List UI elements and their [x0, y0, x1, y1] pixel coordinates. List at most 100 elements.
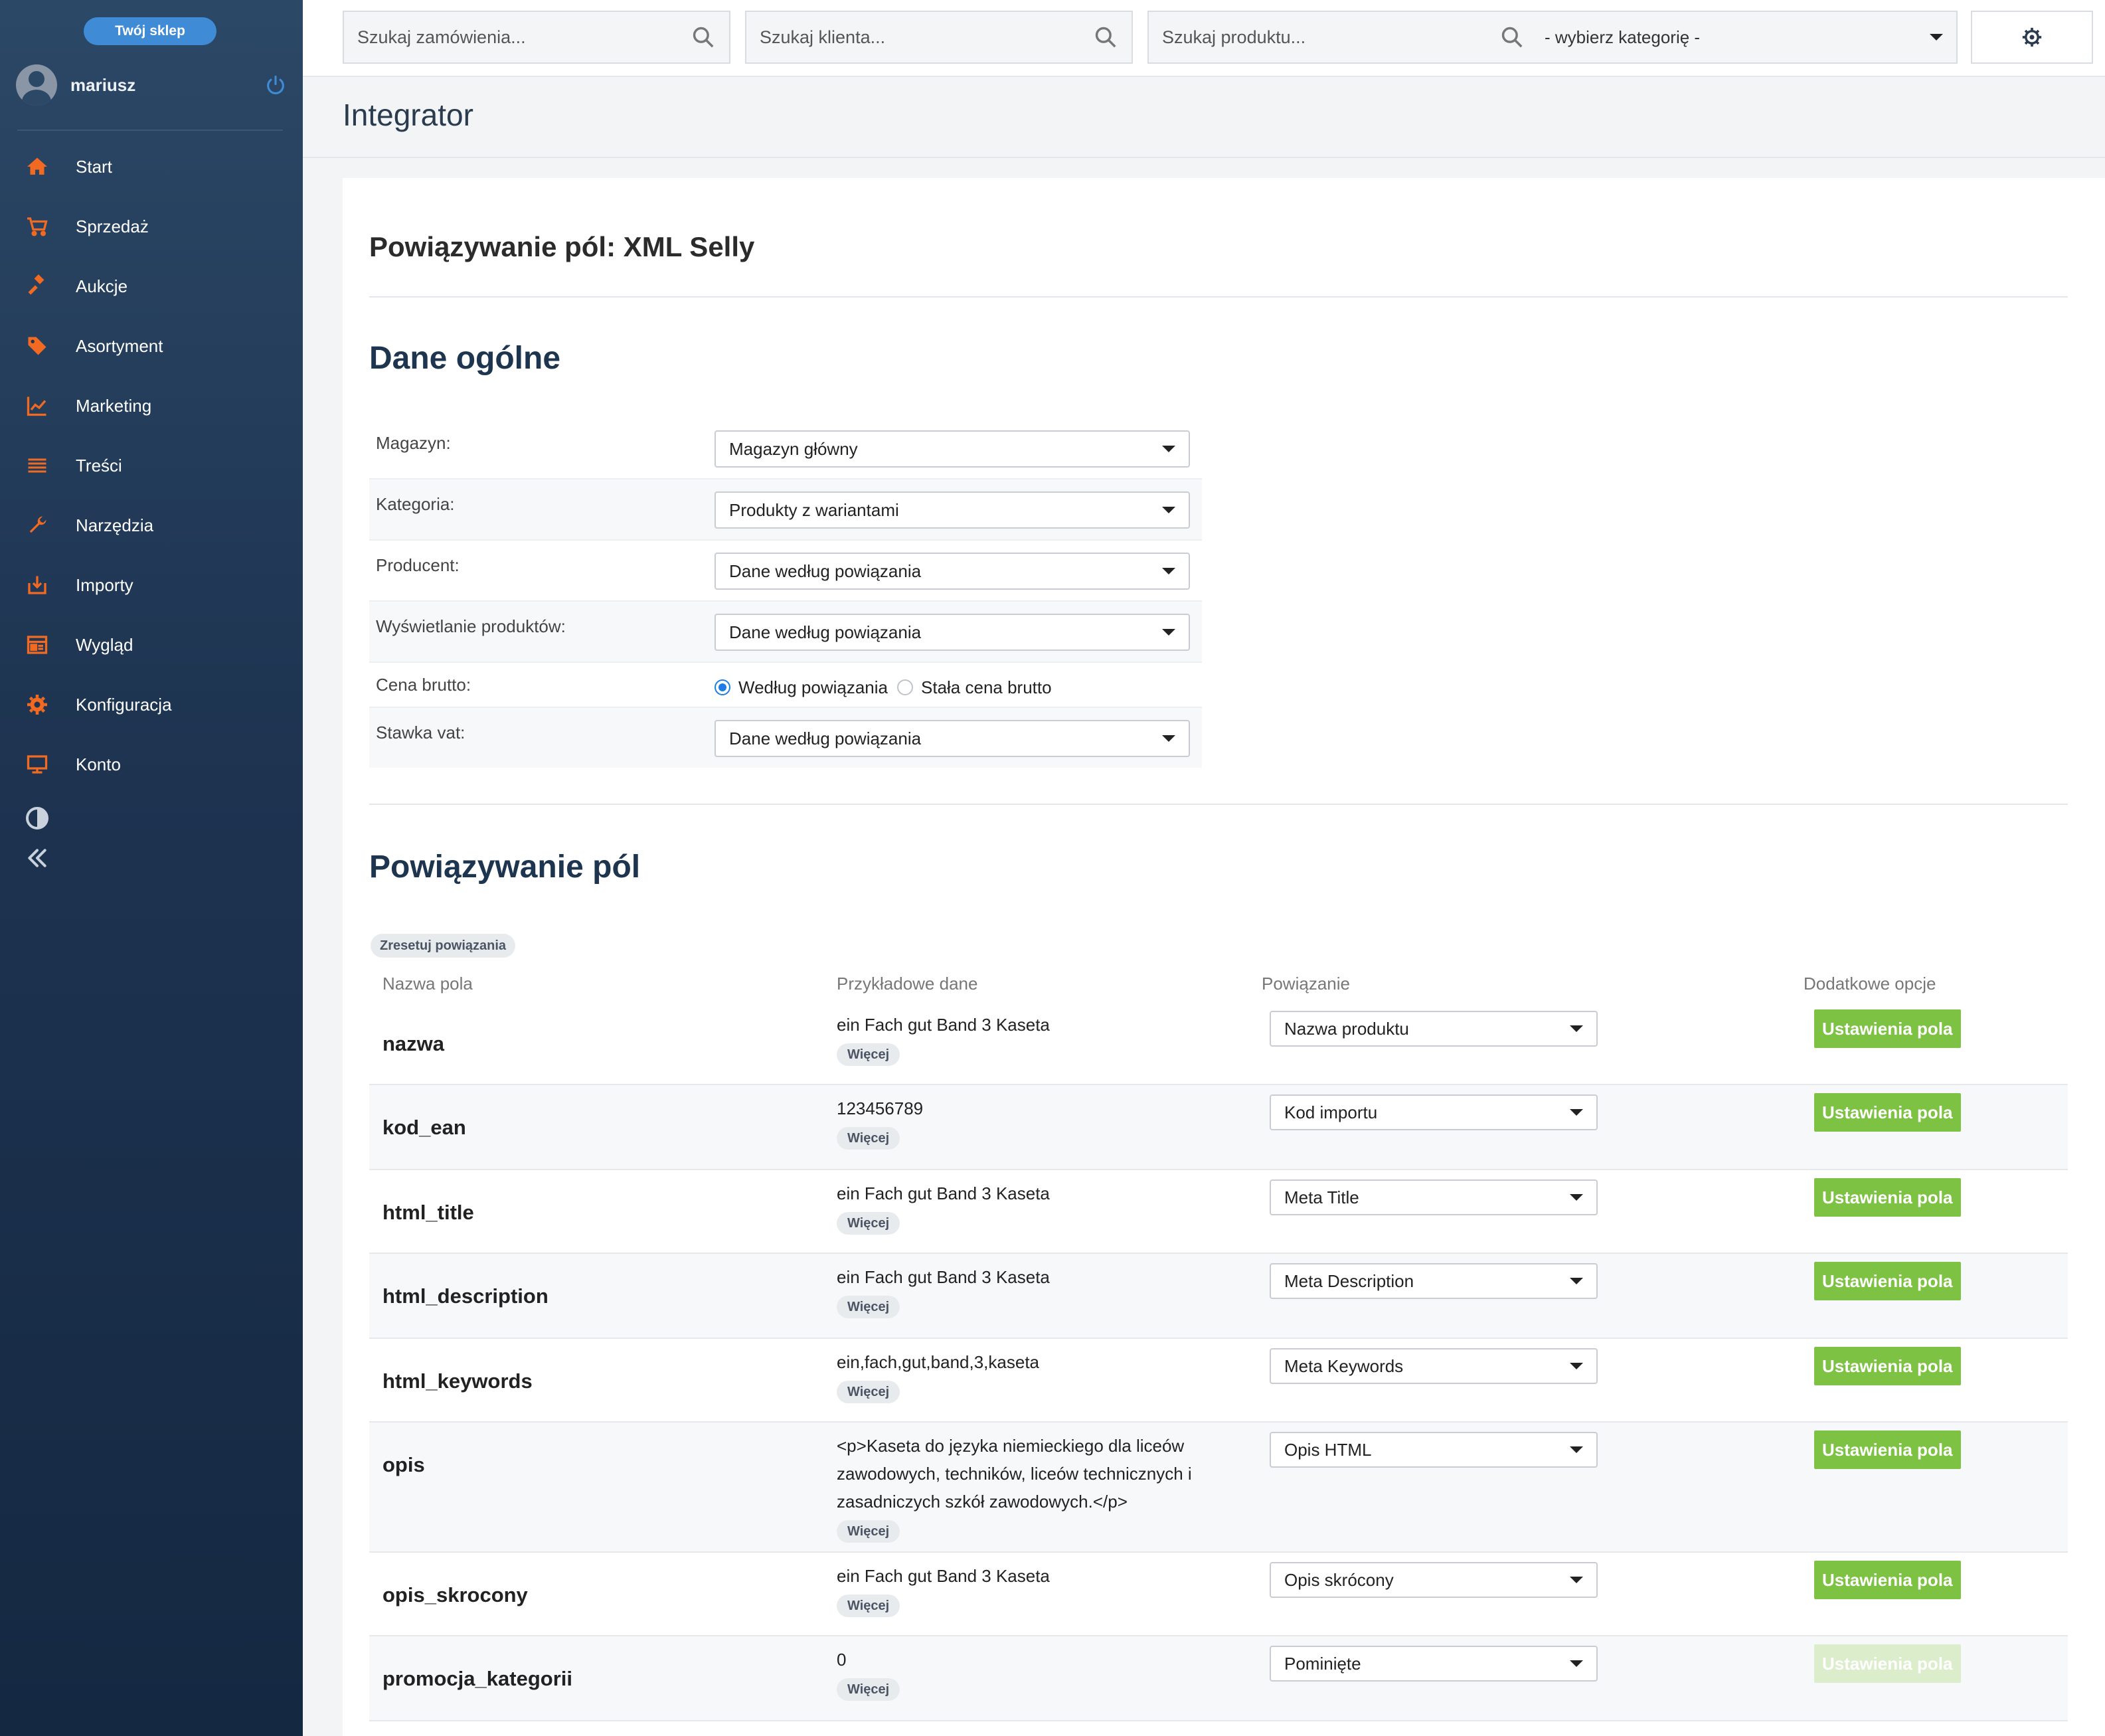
magazyn-select[interactable]: Magazyn główny [715, 430, 1190, 468]
chevron-down-icon [1930, 34, 1943, 41]
wyswietlanie-select[interactable]: Dane według powiązania [715, 614, 1190, 651]
layout-icon [24, 632, 50, 658]
category-select[interactable]: - wybierz kategorię - [1545, 27, 1943, 48]
contrast-icon[interactable] [24, 805, 50, 831]
field-settings-button[interactable]: Ustawienia pola [1814, 1431, 1961, 1469]
sidebar-item-label: Konto [76, 754, 121, 774]
binding-select[interactable]: Meta Description [1270, 1263, 1598, 1299]
sidebar-item-label: Narzędzia [76, 515, 154, 535]
sample-data: <p>Kaseta do języka niemieckiego dla lic… [837, 1432, 1222, 1543]
sidebar-item-label: Asortyment [76, 335, 163, 356]
sample-data: 0 Więcej [837, 1646, 1222, 1701]
sample-data: 123456789 Więcej [837, 1094, 1222, 1150]
divider [369, 804, 2068, 805]
product-search-input[interactable] [1162, 27, 1499, 48]
field-settings-button[interactable]: Ustawienia pola [1814, 1178, 1961, 1217]
reset-mapping-button[interactable]: Zresetuj powiązania [371, 934, 516, 958]
chevron-down-icon [1162, 507, 1175, 513]
binding-select[interactable]: Nazwa produktu [1270, 1011, 1598, 1047]
sidebar-item-tresci[interactable]: Treści [0, 436, 303, 495]
page-title: Integrator [343, 98, 473, 132]
column-header: Nazwa pola [382, 974, 473, 994]
form-row-kategoria: Kategoria: Produkty z wariantami [369, 479, 1202, 541]
more-button[interactable]: Więcej [837, 1595, 900, 1617]
sidebar-item-konfiguracja[interactable]: Konfiguracja [0, 675, 303, 735]
sidebar: Twój sklep mariusz Start Sprzedaż Aukcje… [0, 0, 303, 1736]
chevron-down-icon [1162, 446, 1175, 452]
more-button[interactable]: Więcej [837, 1520, 900, 1543]
binding-select[interactable]: Meta Title [1270, 1179, 1598, 1215]
binding-select[interactable]: Kod importu [1270, 1094, 1598, 1130]
field-settings-button[interactable]: Ustawienia pola [1814, 1262, 1961, 1300]
select-value: Meta Title [1284, 1187, 1359, 1207]
search-icon[interactable] [691, 25, 716, 50]
binding-select[interactable]: Opis skrócony [1270, 1562, 1598, 1598]
chevron-down-icon [1570, 1446, 1583, 1453]
search-icon[interactable] [1499, 25, 1525, 50]
producent-select[interactable]: Dane według powiązania [715, 553, 1190, 590]
binding-select[interactable]: Opis HTML [1270, 1432, 1598, 1468]
form-label: Cena brutto: [376, 675, 471, 695]
settings-button[interactable] [1971, 11, 2093, 64]
power-icon[interactable] [264, 74, 287, 96]
field-settings-button[interactable]: Ustawienia pola [1814, 1561, 1961, 1599]
home-icon [24, 153, 50, 180]
field-settings-button[interactable]: Ustawienia pola [1814, 1009, 1961, 1048]
more-button[interactable]: Więcej [837, 1381, 900, 1403]
more-button[interactable]: Więcej [837, 1678, 900, 1701]
more-button[interactable]: Więcej [837, 1127, 900, 1150]
gear-icon [24, 691, 50, 718]
sidebar-item-narzedzia[interactable]: Narzędzia [0, 495, 303, 555]
form-label: Stawka vat: [376, 723, 465, 742]
field-settings-button[interactable]: Ustawienia pola [1814, 1347, 1961, 1385]
table-row: promocja_kategorii 0 Więcej Pominięte Us… [369, 1636, 2068, 1721]
sample-text: ein Fach gut Band 3 Kaseta [837, 1267, 1050, 1287]
table-row: html_description ein Fach gut Band 3 Kas… [369, 1254, 2068, 1339]
vat-select[interactable]: Dane według powiązania [715, 720, 1190, 757]
shop-badge-button[interactable]: Twój sklep [84, 17, 216, 45]
chevron-down-icon [1162, 568, 1175, 574]
lines-icon [24, 452, 50, 479]
sidebar-item-sprzedaz[interactable]: Sprzedaż [0, 197, 303, 256]
wrench-icon [24, 512, 50, 539]
field-settings-button[interactable]: Ustawienia pola [1814, 1093, 1961, 1132]
form-row-vat: Stawka vat: Dane według powiązania [369, 708, 1202, 768]
sidebar-item-importy[interactable]: Importy [0, 555, 303, 615]
category-select-value: - wybierz kategorię - [1545, 27, 1701, 47]
sidebar-item-asortyment[interactable]: Asortyment [0, 316, 303, 376]
section-title-general: Dane ogólne [369, 341, 561, 376]
radio-wedlug-powiazania[interactable] [715, 679, 730, 695]
kategoria-select[interactable]: Produkty z wariantami [715, 491, 1190, 529]
table-row: nazwa ein Fach gut Band 3 Kaseta Więcej … [369, 1001, 2068, 1085]
more-button[interactable]: Więcej [837, 1296, 900, 1318]
client-search-input[interactable] [760, 27, 1093, 48]
sidebar-nav: Start Sprzedaż Aukcje Asortyment Marketi… [0, 137, 303, 794]
product-search: - wybierz kategorię - [1147, 11, 1958, 64]
field-name: kod_ean [382, 1116, 466, 1139]
table-row: opis_skrocony ein Fach gut Band 3 Kaseta… [369, 1553, 2068, 1636]
radio-label: Według powiązania [738, 677, 888, 697]
select-value: Opis HTML [1284, 1439, 1372, 1460]
table-row: opis <p>Kaseta do języka niemieckiego dl… [369, 1423, 2068, 1553]
search-icon[interactable] [1093, 25, 1118, 50]
more-button[interactable]: Więcej [837, 1043, 900, 1066]
field-name: promocja_kategorii [382, 1667, 572, 1690]
order-search-input[interactable] [357, 27, 691, 48]
sidebar-item-start[interactable]: Start [0, 137, 303, 197]
sidebar-item-marketing[interactable]: Marketing [0, 376, 303, 436]
sidebar-item-aukcje[interactable]: Aukcje [0, 256, 303, 316]
radio-stala-cena[interactable] [897, 679, 913, 695]
sidebar-item-konto[interactable]: Konto [0, 735, 303, 794]
more-button[interactable]: Więcej [837, 1212, 900, 1235]
chevron-down-icon [1570, 1363, 1583, 1369]
binding-select[interactable]: Pominięte [1270, 1646, 1598, 1682]
sample-text: 0 [837, 1650, 847, 1670]
sidebar-item-wyglad[interactable]: Wygląd [0, 615, 303, 675]
table-row: html_title ein Fach gut Band 3 Kaseta Wi… [369, 1170, 2068, 1254]
field-name: html_description [382, 1284, 548, 1308]
mapping-table: nazwa ein Fach gut Band 3 Kaseta Więcej … [369, 1001, 2068, 1721]
table-row: html_keywords ein,fach,gut,band,3,kaseta… [369, 1339, 2068, 1423]
collapse-sidebar-icon[interactable] [24, 845, 50, 871]
binding-select[interactable]: Meta Keywords [1270, 1348, 1598, 1384]
chevron-down-icon [1570, 1577, 1583, 1583]
